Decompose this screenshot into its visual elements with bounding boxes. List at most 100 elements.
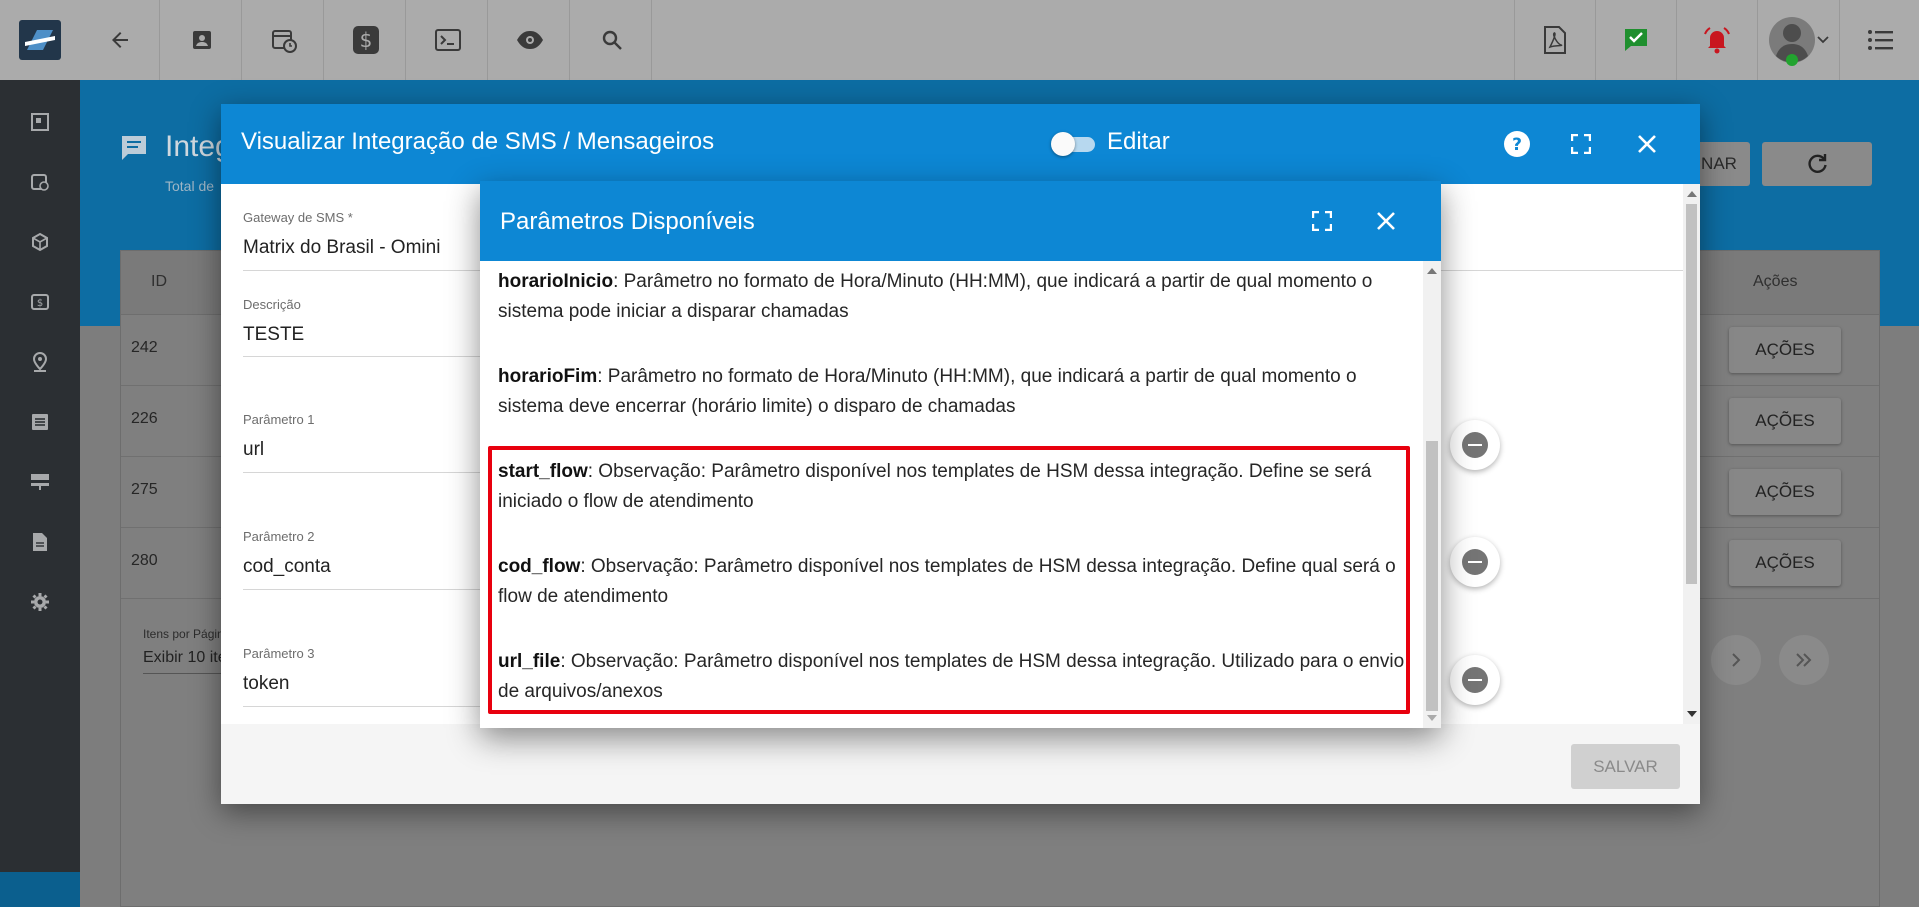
remove-param3-button[interactable]: [1450, 655, 1500, 705]
svg-text:$: $: [359, 28, 372, 52]
close-button[interactable]: [1629, 126, 1665, 162]
svg-text:$: $: [37, 298, 43, 309]
refresh-button[interactable]: [1762, 142, 1872, 186]
fullscreen-icon: [1571, 134, 1591, 154]
modal-header: Visualizar Integração de SMS / Mensageir…: [221, 104, 1700, 184]
parameters-dialog: Parâmetros Disponíveis horarioInicio: Pa…: [480, 181, 1441, 728]
column-id[interactable]: ID: [151, 273, 167, 291]
terminal-button[interactable]: [408, 0, 488, 80]
server-icon: [31, 474, 49, 490]
param-description: : Parâmetro no formato de Hora/Minuto (H…: [498, 271, 1373, 322]
minus-circle-icon: [1462, 667, 1488, 693]
param1-field[interactable]: url: [243, 439, 264, 461]
sidebar-item-servers[interactable]: [0, 452, 80, 512]
param2-label: Parâmetro 2: [243, 529, 315, 544]
sidebar-item-products[interactable]: [0, 212, 80, 272]
list-icon: [32, 414, 48, 430]
modal-footer: [221, 724, 1700, 804]
alarm-icon: [1703, 27, 1730, 54]
app-logo[interactable]: [19, 20, 61, 60]
param-item-horarioInicio: horarioInicio: Parâmetro no formato de H…: [498, 267, 1418, 327]
row-id: 226: [131, 410, 158, 427]
param-name: horarioFim: [498, 366, 598, 387]
alarm-button[interactable]: [1676, 0, 1756, 80]
dialog-close-button[interactable]: [1368, 203, 1404, 239]
calendar-icon: [31, 174, 49, 191]
main-menu-button[interactable]: [1839, 0, 1919, 80]
dialog-title: Parâmetros Disponíveis: [500, 208, 755, 235]
row-actions-button[interactable]: AÇÕES: [1729, 327, 1841, 373]
box-icon: [32, 232, 48, 252]
sidebar-item-dashboard[interactable]: [0, 92, 80, 152]
document-icon: [33, 533, 47, 551]
top-toolbar: $: [0, 0, 1919, 80]
sidebar-item-finance[interactable]: $: [0, 272, 80, 332]
avatar: [1768, 17, 1815, 66]
gear-icon: [31, 593, 49, 611]
close-icon: [1377, 212, 1395, 230]
dashboard-icon: [31, 113, 49, 131]
contact-icon: [192, 31, 211, 49]
double-chevron-right-icon: [1796, 653, 1812, 667]
back-button[interactable]: [80, 0, 160, 80]
save-button[interactable]: SALVAR: [1571, 744, 1680, 789]
contacts-button[interactable]: [162, 0, 242, 80]
dollar-icon: $: [352, 26, 379, 54]
finance-button[interactable]: $: [326, 0, 406, 80]
remove-param2-button[interactable]: [1450, 537, 1500, 587]
remove-param1-button[interactable]: [1450, 420, 1500, 470]
back-arrow-icon: [111, 32, 128, 48]
refresh-icon: [1808, 154, 1827, 173]
fullscreen-button[interactable]: [1563, 126, 1599, 162]
search-icon: [602, 30, 622, 50]
row-id: 280: [131, 552, 158, 569]
pdf-icon: [1543, 26, 1566, 54]
row-actions-button[interactable]: AÇÕES: [1729, 469, 1841, 515]
user-menu[interactable]: [1757, 0, 1839, 80]
messages-button[interactable]: [1595, 0, 1675, 80]
sidebar: $: [0, 80, 80, 907]
search-button[interactable]: [572, 0, 652, 80]
gateway-field[interactable]: Matrix do Brasil - Omini: [243, 237, 440, 259]
dialog-header: Parâmetros Disponíveis: [480, 181, 1441, 261]
edit-toggle[interactable]: [1051, 132, 1097, 156]
next-page-button[interactable]: [1711, 635, 1761, 685]
dialog-scrollbar[interactable]: [1423, 261, 1441, 728]
help-button[interactable]: ?: [1499, 126, 1535, 162]
sidebar-item-documents[interactable]: [0, 512, 80, 572]
pdf-button[interactable]: [1514, 0, 1594, 80]
svg-text:?: ?: [1512, 135, 1522, 155]
row-id: 242: [131, 339, 158, 356]
calendar-clock-icon: [271, 30, 297, 53]
modal-scrollbar[interactable]: [1683, 184, 1700, 724]
last-page-button[interactable]: [1779, 635, 1829, 685]
description-field[interactable]: TESTE: [243, 324, 304, 346]
row-actions-button[interactable]: AÇÕES: [1729, 540, 1841, 586]
terminal-icon: [434, 29, 461, 51]
schedule-button[interactable]: [244, 0, 324, 80]
dialog-fullscreen-button[interactable]: [1304, 203, 1340, 239]
close-icon: [1638, 135, 1656, 153]
sidebar-item-location[interactable]: [0, 332, 80, 392]
param-description: : Parâmetro no formato de Hora/Minuto (H…: [498, 366, 1357, 417]
sidebar-item-settings[interactable]: [0, 572, 80, 632]
check-message-icon: [1624, 29, 1647, 51]
view-button[interactable]: [490, 0, 570, 80]
param3-field[interactable]: token: [243, 673, 289, 695]
modal-title: Visualizar Integração de SMS / Mensageir…: [241, 128, 715, 155]
row-actions-button[interactable]: AÇÕES: [1729, 398, 1841, 444]
chevron-right-icon: [1732, 653, 1741, 667]
sidebar-item-calendar[interactable]: [0, 152, 80, 212]
items-per-page-label: Itens por Págin: [143, 627, 224, 641]
gateway-label: Gateway de SMS *: [243, 210, 353, 225]
minus-circle-icon: [1462, 432, 1488, 458]
param2-field[interactable]: cod_conta: [243, 556, 331, 578]
param-name: horarioInicio: [498, 271, 614, 292]
sidebar-footer: [0, 872, 80, 907]
edit-toggle-label[interactable]: Editar: [1107, 128, 1170, 156]
row-id: 275: [131, 481, 158, 498]
column-acoes: Ações: [1753, 273, 1798, 290]
eye-icon: [516, 31, 543, 49]
sidebar-item-list[interactable]: [0, 392, 80, 452]
description-label: Descrição: [243, 297, 301, 312]
